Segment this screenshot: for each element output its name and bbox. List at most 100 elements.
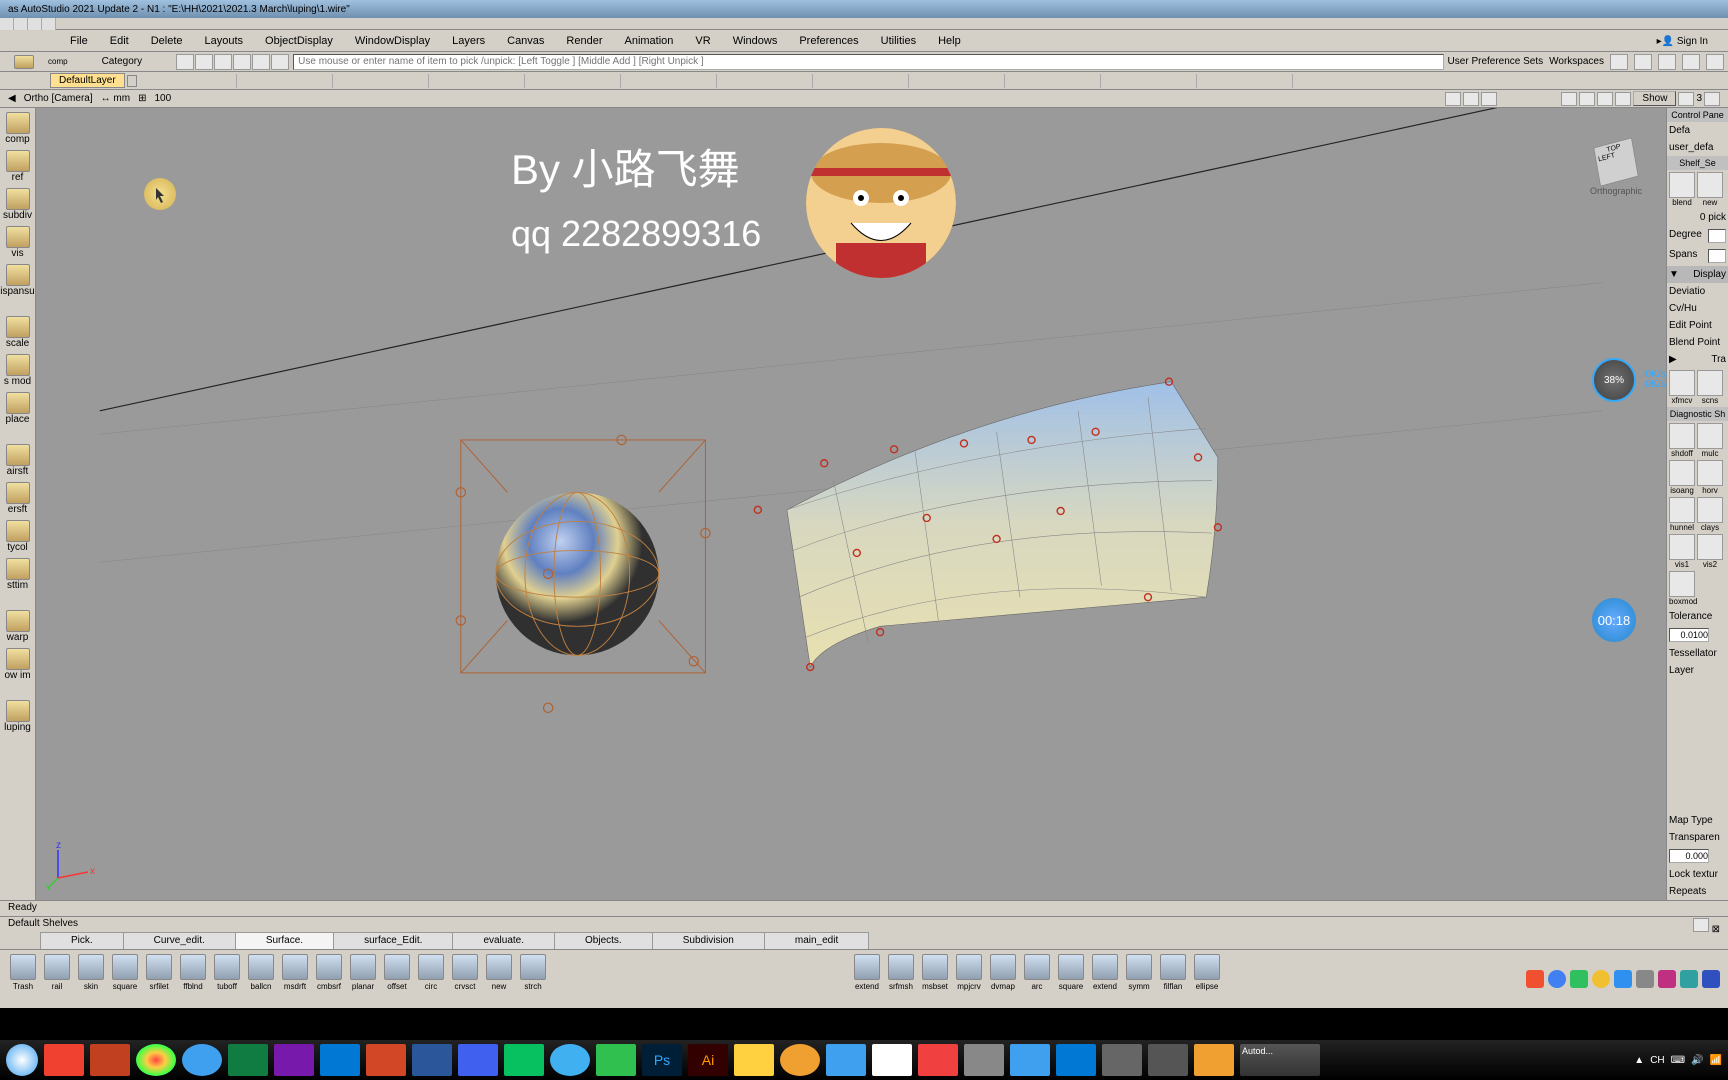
top-icon[interactable] [28, 18, 42, 30]
shelf-tool-srfilet[interactable]: srfilet [144, 954, 174, 1004]
task-app-icon[interactable] [550, 1044, 590, 1076]
badge-icon[interactable] [1526, 970, 1544, 988]
menu-utilities[interactable]: Utilities [871, 33, 926, 49]
tool-tycol[interactable]: tycol [3, 518, 33, 554]
tool-subdiv[interactable]: subdiv [3, 186, 33, 222]
top-icon[interactable] [42, 18, 56, 30]
vb-icon[interactable] [1445, 92, 1461, 106]
layer-toggle[interactable] [127, 75, 137, 87]
shelf-tab-evaluate[interactable]: evaluate. [452, 932, 555, 949]
vb-icon[interactable] [1463, 92, 1479, 106]
shelf-tool-strch[interactable]: strch [518, 954, 548, 1004]
shelf-tab-surface[interactable]: Surface. [235, 932, 334, 949]
lock-label[interactable]: Lock textur [1669, 869, 1718, 880]
task-app-icon[interactable] [964, 1044, 1004, 1076]
viewport[interactable]: By 小路飞舞 qq 2282899316 TOP LEFT Orthograp… [36, 108, 1666, 900]
vb-icon[interactable] [1579, 92, 1595, 106]
default-layer-tab[interactable]: DefaultLayer [50, 73, 125, 88]
layer-slot[interactable] [237, 74, 333, 88]
badge-icon[interactable] [1614, 970, 1632, 988]
badge-icon[interactable] [1570, 970, 1588, 988]
shelf-tool-crvsct[interactable]: crvsct [450, 954, 480, 1004]
menu-animation[interactable]: Animation [615, 33, 684, 49]
tool-ref[interactable]: ref [3, 148, 33, 184]
menu-file[interactable]: File [60, 33, 98, 49]
layer-slot[interactable] [1197, 74, 1293, 88]
powerpoint-icon[interactable] [366, 1044, 406, 1076]
workspaces-link[interactable]: Workspaces [1549, 56, 1604, 67]
word-icon[interactable] [412, 1044, 452, 1076]
ortho-label[interactable]: Ortho [Camera] [24, 93, 93, 104]
tool-luping[interactable]: luping [3, 698, 33, 734]
wechat-icon[interactable] [504, 1044, 544, 1076]
shelf-tool-square[interactable]: square [1056, 954, 1086, 1004]
layer-slot[interactable] [717, 74, 813, 88]
shelf-tool-ellipse[interactable]: ellipse [1192, 954, 1222, 1004]
shelf-tab-surfaceedit[interactable]: surface_Edit. [333, 932, 453, 949]
diag-vis1-icon[interactable] [1669, 534, 1695, 560]
tool-s mod[interactable]: s mod [3, 352, 33, 388]
tool-airsft[interactable]: airsft [3, 442, 33, 478]
shelf-tool-dvmap[interactable]: dvmap [988, 954, 1018, 1004]
shelf-tool-msbset[interactable]: msbset [920, 954, 950, 1004]
diag-isoang-icon[interactable] [1669, 460, 1695, 486]
shelf-tab-pick[interactable]: Pick. [40, 932, 124, 949]
menu-objectdisplay[interactable]: ObjectDisplay [255, 33, 343, 49]
rp-editpt[interactable]: Edit Point [1669, 320, 1712, 331]
badge-icon[interactable] [1702, 970, 1720, 988]
start-button[interactable] [6, 1044, 38, 1076]
tra-toggle[interactable]: ▶ [1669, 354, 1677, 365]
shelf-tool-mpjcrv[interactable]: mpjcrv [954, 954, 984, 1004]
task-app-icon[interactable] [1102, 1044, 1142, 1076]
shelf-tool-Trash[interactable]: Trash [8, 954, 38, 1004]
vb-icon[interactable] [1704, 92, 1720, 106]
transp-input[interactable] [1669, 849, 1709, 863]
vb-icon[interactable] [1597, 92, 1613, 106]
tool-sttim[interactable]: sttim [3, 556, 33, 592]
rp-deviation[interactable]: Deviatio [1669, 286, 1705, 297]
spans-input[interactable] [1708, 249, 1726, 263]
pick-icon[interactable] [176, 54, 194, 70]
shelf-tool-circ[interactable]: circ [416, 954, 446, 1004]
shelf-tool-extend[interactable]: extend [1090, 954, 1120, 1004]
pick-icon[interactable] [252, 54, 270, 70]
onenote-icon[interactable] [274, 1044, 314, 1076]
scns-icon[interactable] [1697, 370, 1723, 396]
ws-icon[interactable] [1706, 54, 1724, 70]
task-app-icon[interactable] [780, 1044, 820, 1076]
task-app-icon[interactable] [734, 1044, 774, 1076]
badge-icon[interactable] [1658, 970, 1676, 988]
shelf-tool-offset[interactable]: offset [382, 954, 412, 1004]
diag-horv-icon[interactable] [1697, 460, 1723, 486]
sign-in-button[interactable]: ▸👤 Sign In [1657, 35, 1708, 47]
menu-render[interactable]: Render [556, 33, 612, 49]
menu-preferences[interactable]: Preferences [789, 33, 868, 49]
tray-icon[interactable]: ▲ [1634, 1055, 1644, 1066]
ie-icon[interactable] [826, 1044, 866, 1076]
shelf-tool-filflan[interactable]: filflan [1158, 954, 1188, 1004]
tray-icon[interactable]: 📶 [1710, 1055, 1722, 1066]
layer-slot[interactable] [141, 74, 237, 88]
category-label[interactable]: Category [72, 56, 173, 67]
degree-input[interactable] [1708, 229, 1726, 243]
shelf-tab-mainedit[interactable]: main_edit [764, 932, 869, 949]
shelf-tool-rail[interactable]: rail [42, 954, 72, 1004]
badge-icon[interactable] [1680, 970, 1698, 988]
outlook-icon[interactable] [320, 1044, 360, 1076]
ws-icon[interactable] [1682, 54, 1700, 70]
display-toggle[interactable]: ▼ [1669, 269, 1679, 280]
autodesk-task[interactable]: Autod... [1240, 1044, 1320, 1076]
grid-icon[interactable]: ⊞ [138, 93, 146, 104]
rp-defa[interactable]: Defa [1669, 125, 1690, 136]
shelf-tool-srfmsh[interactable]: srfmsh [886, 954, 916, 1004]
autodesk-icon[interactable] [1194, 1044, 1234, 1076]
comp-tool[interactable] [4, 53, 44, 71]
task-app-icon[interactable] [1148, 1044, 1188, 1076]
ws-icon[interactable] [1610, 54, 1628, 70]
shelf-tool-msdrft[interactable]: msdrft [280, 954, 310, 1004]
badge-icon[interactable] [1636, 970, 1654, 988]
layer-slot[interactable] [813, 74, 909, 88]
rp-blendpt[interactable]: Blend Point [1669, 337, 1720, 348]
layer-slot[interactable] [333, 74, 429, 88]
nav-left-icon[interactable]: ◀ [8, 93, 16, 104]
